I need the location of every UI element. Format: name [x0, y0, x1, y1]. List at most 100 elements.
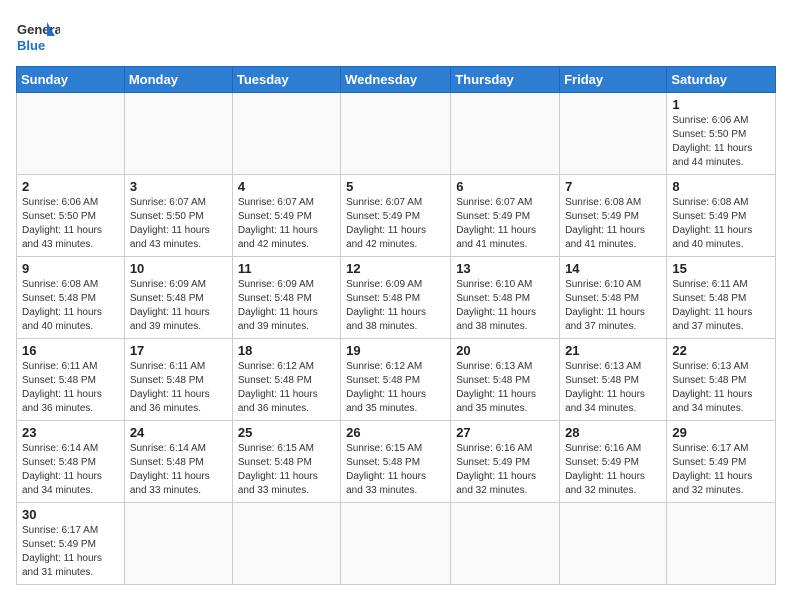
day-info: Sunrise: 6:08 AM Sunset: 5:48 PM Dayligh…	[22, 278, 119, 334]
weekday-header-row: SundayMondayTuesdayWednesdayThursdayFrid…	[17, 67, 776, 93]
day-number: 3	[130, 179, 227, 194]
day-number: 30	[22, 507, 119, 522]
logo: General Blue	[16, 16, 60, 56]
day-number: 19	[346, 343, 445, 358]
day-cell: 9 Sunrise: 6:08 AM Sunset: 5:48 PM Daylig…	[17, 257, 125, 339]
day-number: 17	[130, 343, 227, 358]
day-number: 10	[130, 261, 227, 276]
day-number: 12	[346, 261, 445, 276]
weekday-header-sunday: Sunday	[17, 67, 125, 93]
weekday-header-tuesday: Tuesday	[232, 67, 340, 93]
logo-svg: General Blue	[16, 16, 60, 56]
day-cell: 1Sunrise: 6:06 AM Sunset: 5:50 PM Daylig…	[667, 93, 776, 175]
day-info: Sunrise: 6:08 AM Sunset: 5:49 PM Dayligh…	[565, 196, 661, 252]
day-info: Sunrise: 6:16 AM Sunset: 5:49 PM Dayligh…	[456, 442, 554, 498]
day-cell: 14 Sunrise: 6:10 AM Sunset: 5:48 PM Dayli…	[560, 257, 667, 339]
day-number: 7	[565, 179, 661, 194]
day-cell: 30 Sunrise: 6:17 AM Sunset: 5:49 PM Dayli…	[17, 503, 125, 585]
day-cell	[560, 503, 667, 585]
day-number: 23	[22, 425, 119, 440]
week-row-1: 1Sunrise: 6:06 AM Sunset: 5:50 PM Daylig…	[17, 93, 776, 175]
day-info: Sunrise: 6:11 AM Sunset: 5:48 PM Dayligh…	[672, 278, 770, 334]
day-cell: 10 Sunrise: 6:09 AM Sunset: 5:48 PM Dayli…	[124, 257, 232, 339]
day-cell: 12Sunrise: 6:09 AM Sunset: 5:48 PM Dayli…	[341, 257, 451, 339]
day-cell	[451, 93, 560, 175]
page-header: General Blue	[16, 16, 776, 56]
day-cell: 2 Sunrise: 6:06 AM Sunset: 5:50 PM Daylig…	[17, 175, 125, 257]
day-number: 8	[672, 179, 770, 194]
weekday-header-saturday: Saturday	[667, 67, 776, 93]
day-cell	[124, 93, 232, 175]
day-cell: 29Sunrise: 6:17 AM Sunset: 5:49 PM Dayli…	[667, 421, 776, 503]
day-info: Sunrise: 6:15 AM Sunset: 5:48 PM Dayligh…	[346, 442, 445, 498]
day-number: 21	[565, 343, 661, 358]
day-info: Sunrise: 6:13 AM Sunset: 5:48 PM Dayligh…	[565, 360, 661, 416]
day-cell: 3Sunrise: 6:07 AM Sunset: 5:50 PM Daylig…	[124, 175, 232, 257]
day-cell	[341, 503, 451, 585]
day-cell: 15 Sunrise: 6:11 AM Sunset: 5:48 PM Dayli…	[667, 257, 776, 339]
day-cell	[232, 503, 340, 585]
day-cell: 4 Sunrise: 6:07 AM Sunset: 5:49 PM Daylig…	[232, 175, 340, 257]
day-number: 4	[238, 179, 335, 194]
week-row-2: 2 Sunrise: 6:06 AM Sunset: 5:50 PM Daylig…	[17, 175, 776, 257]
day-info: Sunrise: 6:09 AM Sunset: 5:48 PM Dayligh…	[238, 278, 335, 334]
day-number: 20	[456, 343, 554, 358]
day-info: Sunrise: 6:09 AM Sunset: 5:48 PM Dayligh…	[130, 278, 227, 334]
day-info: Sunrise: 6:07 AM Sunset: 5:49 PM Dayligh…	[346, 196, 445, 252]
day-info: Sunrise: 6:17 AM Sunset: 5:49 PM Dayligh…	[22, 524, 119, 580]
day-number: 27	[456, 425, 554, 440]
day-cell: 8 Sunrise: 6:08 AM Sunset: 5:49 PM Daylig…	[667, 175, 776, 257]
day-info: Sunrise: 6:11 AM Sunset: 5:48 PM Dayligh…	[22, 360, 119, 416]
day-number: 18	[238, 343, 335, 358]
day-info: Sunrise: 6:16 AM Sunset: 5:49 PM Dayligh…	[565, 442, 661, 498]
day-number: 2	[22, 179, 119, 194]
day-info: Sunrise: 6:06 AM Sunset: 5:50 PM Dayligh…	[672, 114, 770, 170]
day-number: 16	[22, 343, 119, 358]
day-cell: 22 Sunrise: 6:13 AM Sunset: 5:48 PM Dayli…	[667, 339, 776, 421]
day-cell: 11Sunrise: 6:09 AM Sunset: 5:48 PM Dayli…	[232, 257, 340, 339]
day-number: 9	[22, 261, 119, 276]
day-cell: 6 Sunrise: 6:07 AM Sunset: 5:49 PM Daylig…	[451, 175, 560, 257]
day-number: 22	[672, 343, 770, 358]
week-row-5: 23Sunrise: 6:14 AM Sunset: 5:48 PM Dayli…	[17, 421, 776, 503]
day-info: Sunrise: 6:13 AM Sunset: 5:48 PM Dayligh…	[672, 360, 770, 416]
day-number: 13	[456, 261, 554, 276]
day-cell: 20 Sunrise: 6:13 AM Sunset: 5:48 PM Dayli…	[451, 339, 560, 421]
svg-text:Blue: Blue	[17, 38, 45, 53]
day-info: Sunrise: 6:07 AM Sunset: 5:49 PM Dayligh…	[238, 196, 335, 252]
day-info: Sunrise: 6:15 AM Sunset: 5:48 PM Dayligh…	[238, 442, 335, 498]
day-number: 14	[565, 261, 661, 276]
day-cell: 24Sunrise: 6:14 AM Sunset: 5:48 PM Dayli…	[124, 421, 232, 503]
day-cell: 27 Sunrise: 6:16 AM Sunset: 5:49 PM Dayli…	[451, 421, 560, 503]
day-number: 5	[346, 179, 445, 194]
day-info: Sunrise: 6:08 AM Sunset: 5:49 PM Dayligh…	[672, 196, 770, 252]
day-cell: 19Sunrise: 6:12 AM Sunset: 5:48 PM Dayli…	[341, 339, 451, 421]
day-info: Sunrise: 6:10 AM Sunset: 5:48 PM Dayligh…	[456, 278, 554, 334]
day-cell: 13 Sunrise: 6:10 AM Sunset: 5:48 PM Dayli…	[451, 257, 560, 339]
week-row-3: 9 Sunrise: 6:08 AM Sunset: 5:48 PM Daylig…	[17, 257, 776, 339]
day-info: Sunrise: 6:10 AM Sunset: 5:48 PM Dayligh…	[565, 278, 661, 334]
day-cell	[17, 93, 125, 175]
day-cell: 17Sunrise: 6:11 AM Sunset: 5:48 PM Dayli…	[124, 339, 232, 421]
day-number: 26	[346, 425, 445, 440]
day-cell	[667, 503, 776, 585]
day-info: Sunrise: 6:06 AM Sunset: 5:50 PM Dayligh…	[22, 196, 119, 252]
day-cell	[232, 93, 340, 175]
day-cell	[124, 503, 232, 585]
day-cell	[451, 503, 560, 585]
weekday-header-wednesday: Wednesday	[341, 67, 451, 93]
day-cell: 16 Sunrise: 6:11 AM Sunset: 5:48 PM Dayli…	[17, 339, 125, 421]
weekday-header-friday: Friday	[560, 67, 667, 93]
day-cell	[341, 93, 451, 175]
day-cell: 26 Sunrise: 6:15 AM Sunset: 5:48 PM Dayli…	[341, 421, 451, 503]
day-cell: 25 Sunrise: 6:15 AM Sunset: 5:48 PM Dayli…	[232, 421, 340, 503]
day-number: 6	[456, 179, 554, 194]
day-info: Sunrise: 6:07 AM Sunset: 5:49 PM Dayligh…	[456, 196, 554, 252]
day-info: Sunrise: 6:13 AM Sunset: 5:48 PM Dayligh…	[456, 360, 554, 416]
day-cell: 28Sunrise: 6:16 AM Sunset: 5:49 PM Dayli…	[560, 421, 667, 503]
day-number: 25	[238, 425, 335, 440]
calendar-table: SundayMondayTuesdayWednesdayThursdayFrid…	[16, 66, 776, 585]
day-cell: 7 Sunrise: 6:08 AM Sunset: 5:49 PM Daylig…	[560, 175, 667, 257]
day-cell: 18Sunrise: 6:12 AM Sunset: 5:48 PM Dayli…	[232, 339, 340, 421]
day-number: 15	[672, 261, 770, 276]
